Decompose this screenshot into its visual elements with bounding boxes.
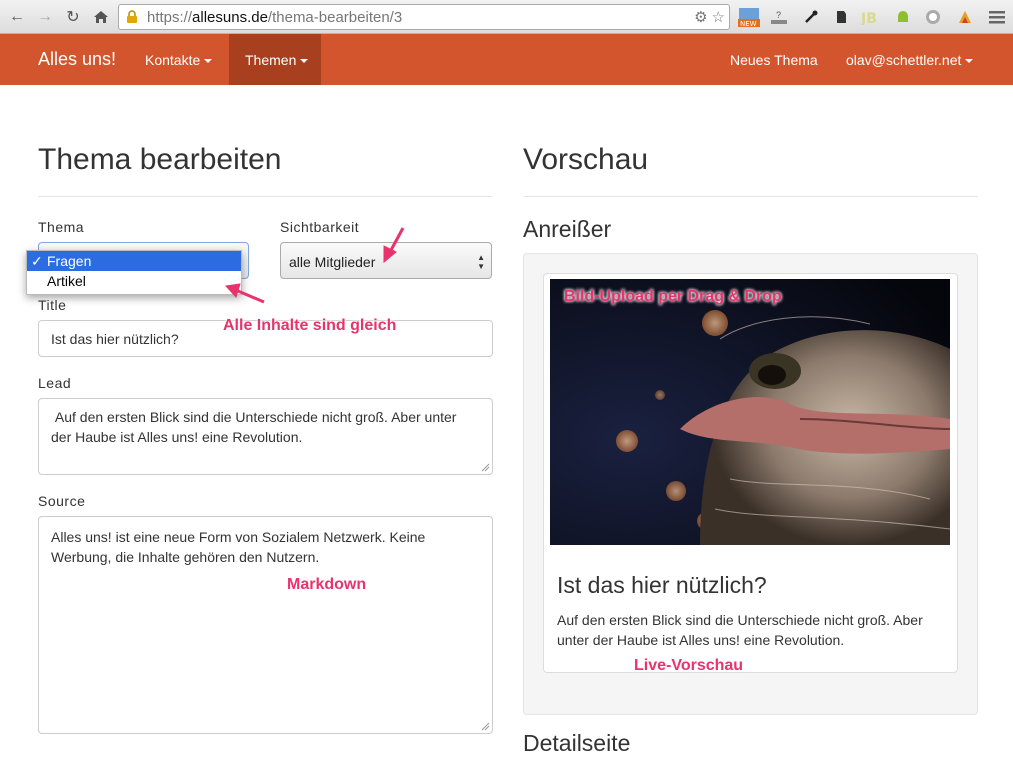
annotation-arrows: [224, 227, 405, 304]
arrow-icon: [224, 227, 405, 304]
